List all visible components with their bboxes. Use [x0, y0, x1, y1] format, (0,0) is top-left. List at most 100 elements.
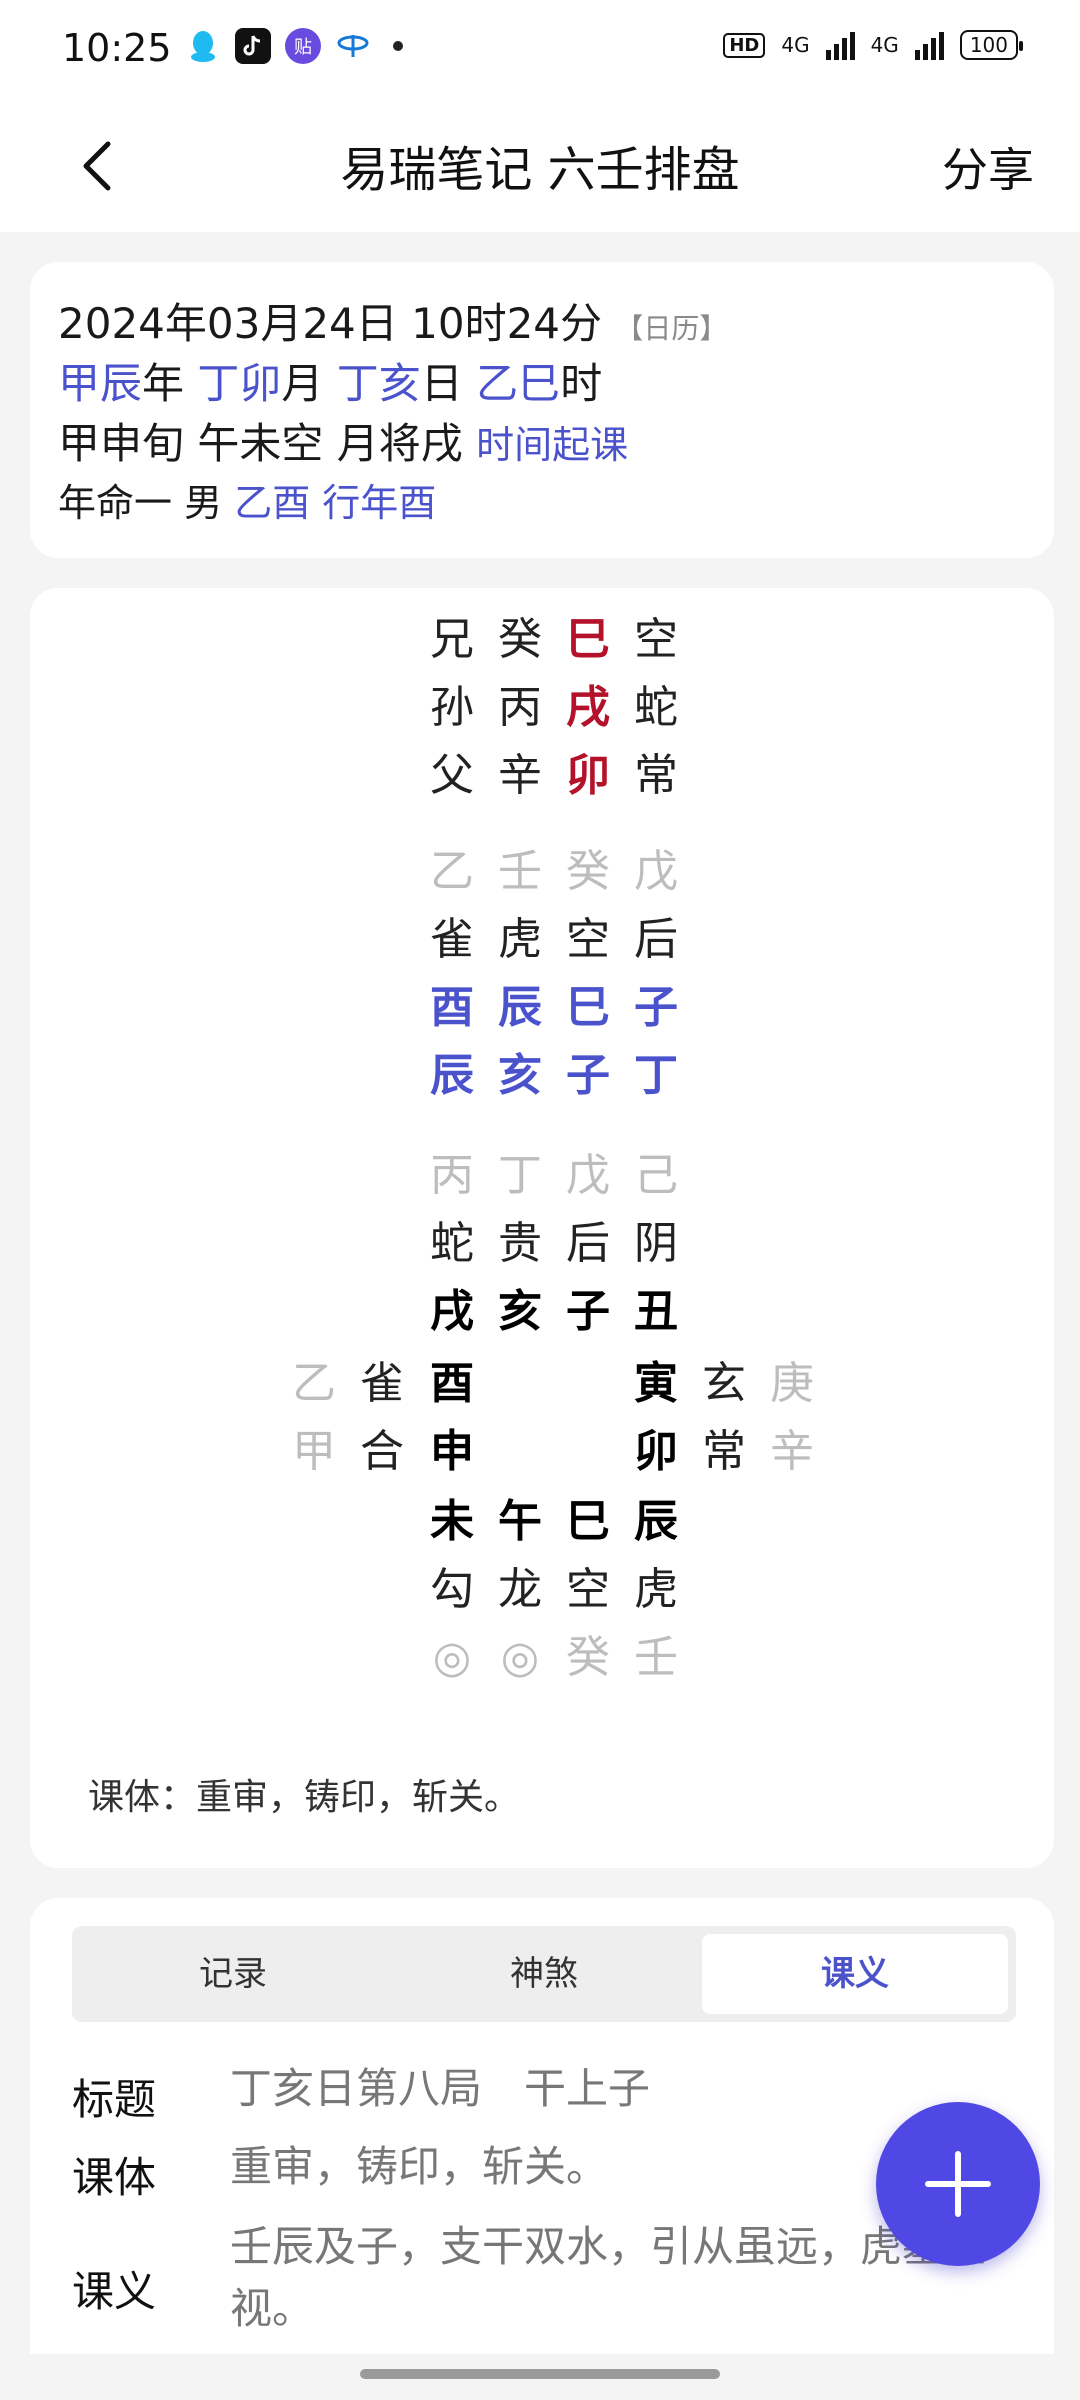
si-ke-lower-cell: 辰 [430, 1050, 474, 1101]
board-left-dun-cell: 甲 [292, 1426, 336, 1477]
san-chuan-cell: 常 [634, 750, 678, 801]
board-right-branch-cell: 寅 [634, 1358, 678, 1409]
hour-ganzhi[interactable]: 乙巳 [476, 359, 560, 408]
board-bottom_jiang-cell: 空 [566, 1564, 610, 1615]
board-top_dun-cell: 戊 [566, 1150, 610, 1201]
san-chuan-cell: 丙 [498, 682, 542, 733]
san-chuan-cell: 癸 [498, 614, 542, 665]
board-left-branch-cell: 酉 [430, 1358, 474, 1409]
board-left-jiang-cell: 雀 [360, 1358, 404, 1409]
keti-value: 重审，铸印，斩关。 [230, 2142, 609, 2191]
hour-suffix: 时 [560, 359, 603, 408]
board-bottom_dun-cell: 壬 [634, 1632, 678, 1683]
title-label: 标题 [72, 2075, 157, 2124]
tab-shensha[interactable]: 神煞 [391, 1934, 697, 2014]
detail-tabs: 记录 神煞 课义 [72, 1926, 1016, 2022]
board-right-jiang-cell: 常 [702, 1426, 746, 1477]
tieba-icon: 贴 [285, 28, 321, 64]
board-bottom_jiang-cell: 勾 [430, 1564, 474, 1615]
si-ke-dun-cell: 癸 [566, 846, 610, 897]
home-indicator[interactable] [360, 2369, 720, 2379]
share-button[interactable]: 分享 [942, 134, 1034, 200]
board-bottom_branch-cell: 巳 [566, 1496, 610, 1547]
system-status: HD 4G 4G 100 [723, 30, 1024, 60]
si-ke-lower-cell: 亥 [498, 1050, 542, 1101]
signal-icon-2 [914, 30, 944, 60]
board-top_dun-cell: 己 [634, 1150, 678, 1201]
board-top_jiang-cell: 后 [566, 1218, 610, 1269]
walk-year[interactable]: 行年酉 [322, 481, 436, 525]
san-chuan-cell: 戌 [566, 682, 610, 733]
board-right-dun-cell: 辛 [770, 1426, 814, 1477]
san-chuan-cell: 父 [430, 750, 474, 801]
qq-icon [185, 28, 221, 64]
calendar-link[interactable]: 【日历】 [615, 312, 727, 345]
si-ke-lower-cell: 丁 [634, 1050, 678, 1101]
plus-icon [925, 2151, 991, 2217]
san-chuan-cell: 兄 [430, 614, 474, 665]
board-bottom_jiang-cell: 虎 [634, 1564, 678, 1615]
keyi-label: 课义 [72, 2267, 157, 2316]
notification-icons: 贴 [185, 28, 403, 64]
xun-text: 甲申旬 午未空 月将戌 [58, 419, 463, 468]
si-ke-jiang-cell: 空 [566, 914, 610, 965]
board-right-branch-cell: 卯 [634, 1426, 678, 1477]
board-top_branch-cell: 子 [566, 1286, 610, 1337]
board-top_jiang-cell: 贵 [498, 1218, 542, 1269]
si-ke-dun-cell: 壬 [498, 846, 542, 897]
si-ke-jiang-cell: 虎 [498, 914, 542, 965]
keti-summary: 课体：重审，铸印，斩关。 [88, 1777, 521, 1818]
si-ke-jiang-cell: 后 [634, 914, 678, 965]
date-info-card: 2024年03月24日 10时24分 【日历】 甲辰年 丁卯月 丁亥日 乙巳时 … [30, 262, 1054, 558]
network-type-2: 4G [870, 33, 899, 57]
board-bottom_jiang-cell: 龙 [498, 1564, 542, 1615]
si-ke-upper-cell: 酉 [430, 982, 474, 1033]
life-line: 年命一 男 乙酉 行年酉 [58, 472, 436, 527]
page-title: 易瑞笔记 六壬排盘 [340, 142, 740, 198]
board-top_dun-cell: 丁 [498, 1150, 542, 1201]
tieba-icon-text: 贴 [294, 37, 312, 58]
board-top_branch-cell: 戌 [430, 1286, 474, 1337]
board-left-dun-cell: 乙 [292, 1358, 336, 1409]
san-chuan-cell: 孙 [430, 682, 474, 733]
board-top_dun-cell: 丙 [430, 1150, 474, 1201]
si-ke-upper-cell: 子 [634, 982, 678, 1033]
network-type-1: 4G [781, 33, 810, 57]
life-ganzhi[interactable]: 乙酉 [234, 481, 310, 525]
telecom-icon [335, 28, 371, 64]
si-ke-lower-cell: 子 [566, 1050, 610, 1101]
board-bottom_branch-cell: 辰 [634, 1496, 678, 1547]
san-chuan-cell: 空 [634, 614, 678, 665]
si-ke-dun-cell: 戊 [634, 846, 678, 897]
tab-records[interactable]: 记录 [80, 1934, 386, 2014]
status-bar: 10:25 贴 HD 4G 4G 100 [0, 0, 1080, 100]
status-time: 10:25 [62, 26, 172, 70]
san-chuan-cell: 蛇 [634, 682, 678, 733]
signal-icon-1 [825, 30, 855, 60]
san-chuan-cell: 卯 [566, 750, 610, 801]
month-suffix: 月 [281, 359, 324, 408]
board-top_jiang-cell: 蛇 [430, 1218, 474, 1269]
title-value: 丁亥日第八局 干上子 [230, 2064, 651, 2113]
si-ke-upper-cell: 巳 [566, 982, 610, 1033]
day-suffix: 日 [420, 359, 463, 408]
hd-voice-icon: HD [723, 32, 766, 58]
board-left-branch-cell: 申 [430, 1426, 474, 1477]
board-bottom_branch-cell: 午 [498, 1496, 542, 1547]
liuren-chart-card: 课体：重审，铸印，斩关。 兄癸巳空孙丙戌蛇父辛卯常乙壬癸戊雀虎空后酉辰巳子辰亥子… [30, 588, 1054, 1868]
si-ke-dun-cell: 乙 [430, 846, 474, 897]
year-ganzhi[interactable]: 甲辰 [58, 359, 142, 408]
board-left-jiang-cell: 合 [360, 1426, 404, 1477]
more-notifications-icon [393, 41, 403, 51]
add-button[interactable] [876, 2102, 1040, 2266]
board-top_branch-cell: 丑 [634, 1286, 678, 1337]
tab-keyi[interactable]: 课义 [702, 1934, 1008, 2014]
board-bottom_dun-cell: ◎ [500, 1632, 540, 1683]
tiktok-icon [235, 28, 271, 64]
day-ganzhi[interactable]: 丁亥 [337, 359, 421, 408]
san-chuan-cell: 辛 [498, 750, 542, 801]
board-bottom_dun-cell: 癸 [566, 1632, 610, 1683]
time-start-link[interactable]: 时间起课 [476, 423, 628, 467]
san-chuan-cell: 巳 [566, 614, 610, 665]
month-ganzhi[interactable]: 丁卯 [197, 359, 281, 408]
